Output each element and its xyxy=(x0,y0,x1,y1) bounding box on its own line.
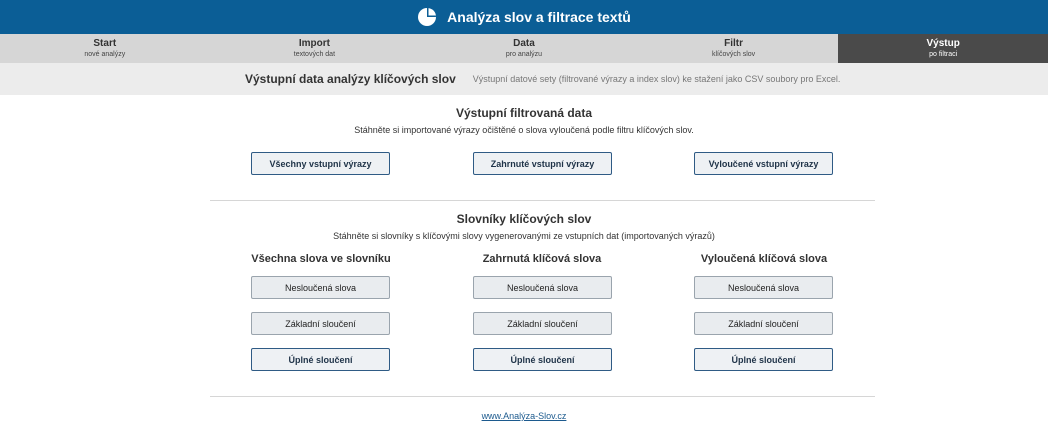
excluded-words-full-merge-button[interactable]: Úplné sloučení xyxy=(694,348,833,371)
step-title: Data xyxy=(513,38,535,49)
step-start[interactable]: Start nové analýzy xyxy=(0,34,210,63)
download-all-expressions-button[interactable]: Všechny vstupní výrazy xyxy=(251,152,390,175)
step-subtitle: nové analýzy xyxy=(84,51,126,58)
column-title-excluded-words: Vyloučená klíčová slova xyxy=(700,253,828,265)
included-words-full-merge-button[interactable]: Úplné sloučení xyxy=(473,348,612,371)
download-included-expressions-button[interactable]: Zahrnuté vstupní výrazy xyxy=(473,152,612,175)
filtered-data-description: Stáhněte si importované výrazy očištěné … xyxy=(354,125,694,135)
footer-divider xyxy=(210,396,875,397)
website-link[interactable]: www.Analýza-Slov.cz xyxy=(0,411,1048,421)
page-subheader: Výstupní data analýzy klíčových slov Výs… xyxy=(0,63,1048,95)
step-subtitle: po filtraci xyxy=(929,51,958,58)
step-data[interactable]: Data pro analýzu xyxy=(419,34,629,63)
pie-chart-icon xyxy=(418,8,437,26)
filtered-data-section: Výstupní filtrovaná data Stáhněte si imp… xyxy=(0,106,1048,135)
dictionaries-title: Slovníky klíčových slov xyxy=(456,212,592,226)
step-filter[interactable]: Filtr klíčových slov xyxy=(629,34,839,63)
step-title: Výstup xyxy=(926,38,960,49)
excluded-words-basic-merge-button[interactable]: Základní sloučení xyxy=(694,312,833,335)
all-words-basic-merge-button[interactable]: Základní sloučení xyxy=(251,312,390,335)
wizard-steps: Start nové analýzy Import textových dat … xyxy=(0,34,1048,63)
step-title: Filtr xyxy=(724,38,744,49)
excluded-words-unmerged-button[interactable]: Nesloučená slova xyxy=(694,276,833,299)
included-words-basic-merge-button[interactable]: Základní sloučení xyxy=(473,312,612,335)
page-title: Výstupní data analýzy klíčových slov xyxy=(245,72,456,86)
included-words-unmerged-button[interactable]: Nesloučená slova xyxy=(473,276,612,299)
column-title-included-words: Zahrnutá klíčová slova xyxy=(482,253,602,265)
section-divider xyxy=(210,200,875,201)
step-output[interactable]: Výstup po filtraci xyxy=(838,34,1048,63)
dictionaries-section: Slovníky klíčových slov Stáhněte si slov… xyxy=(0,212,1048,241)
step-title: Import xyxy=(298,38,330,49)
all-words-unmerged-button[interactable]: Nesloučená slova xyxy=(251,276,390,299)
step-import[interactable]: Import textových dat xyxy=(210,34,420,63)
page-description: Výstupní datové sety (filtrované výrazy … xyxy=(472,74,841,84)
filtered-data-title: Výstupní filtrovaná data xyxy=(455,106,593,120)
step-subtitle: textových dat xyxy=(293,51,336,58)
app-header: Analýza slov a filtrace textů xyxy=(0,0,1048,34)
step-subtitle: klíčových slov xyxy=(711,51,756,58)
dictionaries-description: Stáhněte si slovníky s klíčovými slovy v… xyxy=(333,231,715,241)
download-excluded-expressions-button[interactable]: Vyloučené vstupní výrazy xyxy=(694,152,833,175)
app-title: Analýza slov a filtrace textů xyxy=(447,9,631,25)
step-subtitle: pro analýzu xyxy=(505,51,543,58)
step-title: Start xyxy=(93,38,117,49)
column-title-all-words: Všechna slova ve slovníku xyxy=(251,253,391,265)
all-words-full-merge-button[interactable]: Úplné sloučení xyxy=(251,348,390,371)
